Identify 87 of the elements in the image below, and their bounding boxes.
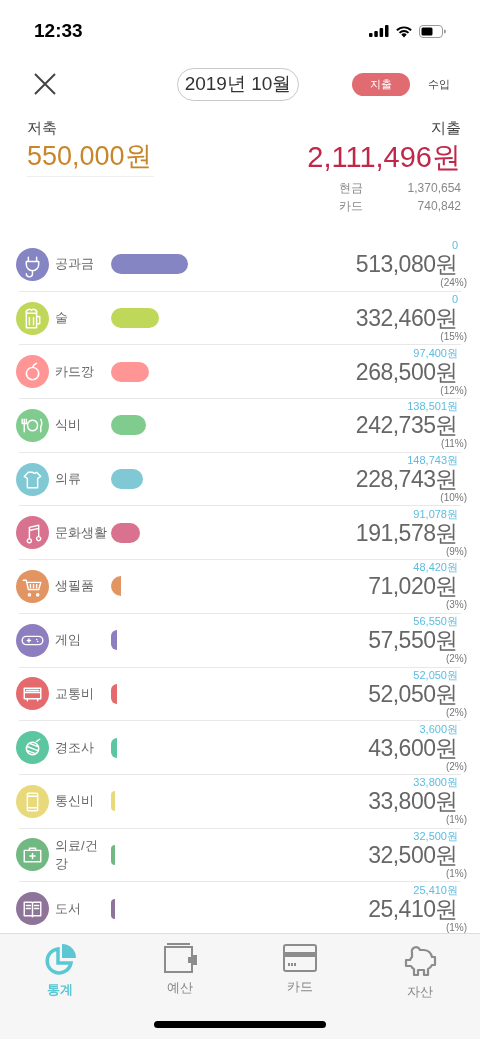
budget-amount: 0 xyxy=(451,293,458,306)
category-bar xyxy=(111,308,159,329)
expense-label: 지출 xyxy=(431,118,461,138)
category-name: 술 xyxy=(55,309,69,328)
category-amount: 513,080원 xyxy=(355,251,458,278)
category-amount: 25,410원 xyxy=(368,895,458,922)
credit-card-icon xyxy=(283,944,317,973)
budget-amount: 52,050원 xyxy=(413,668,458,681)
budget-amount: 32,500원 xyxy=(413,829,458,842)
category-bar xyxy=(111,522,140,543)
category-bar xyxy=(111,844,115,865)
category-share: (10%) xyxy=(440,492,467,505)
category-name: 카드깡 xyxy=(55,362,95,381)
category-name: 식비 xyxy=(55,416,82,435)
category-bar xyxy=(111,898,115,919)
signal-icon xyxy=(369,25,389,37)
category-name: 게임 xyxy=(55,631,82,650)
category-bar xyxy=(111,737,118,758)
category-amount: 191,578원 xyxy=(355,519,458,546)
segment-tab[interactable]: 지출 xyxy=(352,73,410,96)
wifi-icon xyxy=(395,24,413,38)
category-amount: 242,735원 xyxy=(355,412,458,439)
payment-label: 카드 xyxy=(339,198,364,215)
budget-amount: 148,743원 xyxy=(407,454,458,467)
category-amount: 268,500원 xyxy=(355,358,458,385)
budget-amount: 0 xyxy=(451,239,458,252)
category-share: (3%) xyxy=(445,599,467,612)
category-share: (11%) xyxy=(441,438,467,451)
wallet-icon xyxy=(163,943,197,975)
category-name: 교통비 xyxy=(55,684,95,703)
category-amount: 43,600원 xyxy=(368,734,458,761)
category-share: (15%) xyxy=(440,331,467,344)
category-amount: 33,800원 xyxy=(368,788,458,815)
category-amount: 32,500원 xyxy=(368,841,458,868)
category-name: 의류 xyxy=(55,470,82,489)
category-name: 의료/건강 xyxy=(55,836,99,873)
piggy-bank-icon xyxy=(402,943,438,979)
category-share: (1%) xyxy=(445,921,467,933)
category-bar xyxy=(111,469,143,490)
close-icon[interactable] xyxy=(34,73,56,95)
category-bar xyxy=(111,576,121,597)
savings-label: 저축 xyxy=(27,118,57,138)
category-bar xyxy=(111,683,118,704)
tab-bar-item[interactable]: 통계 xyxy=(0,934,120,996)
category-amount: 52,050원 xyxy=(368,680,458,707)
tab-bar-item[interactable]: 예산 xyxy=(120,934,240,996)
budget-amount: 138,501원 xyxy=(407,400,458,413)
category-share: (2%) xyxy=(445,760,467,773)
savings-amount: 550,000원 xyxy=(27,138,154,177)
category-share: (1%) xyxy=(445,867,467,880)
category-name: 통신비 xyxy=(55,792,95,811)
segment-tab[interactable]: 수입 xyxy=(424,73,454,96)
pie-chart-icon xyxy=(43,943,77,977)
battery-icon xyxy=(419,24,446,38)
category-bar xyxy=(111,630,118,651)
category-name: 공과금 xyxy=(55,255,95,274)
payment-label: 현금 xyxy=(339,180,364,197)
category-name: 경조사 xyxy=(55,738,95,757)
budget-amount: 25,410원 xyxy=(413,883,458,896)
tab-bar-item[interactable]: 자산 xyxy=(360,934,480,996)
budget-amount: 3,600원 xyxy=(419,722,458,735)
category-share: (2%) xyxy=(445,706,467,719)
category-share: (12%) xyxy=(440,384,467,397)
payment-amount: 740,842 xyxy=(416,198,461,215)
category-name: 문화생활 xyxy=(55,523,108,542)
category-bar xyxy=(111,361,150,382)
category-share: (1%) xyxy=(445,814,467,827)
status-time: 12:33 xyxy=(34,18,83,43)
budget-amount: 33,800원 xyxy=(413,776,458,789)
budget-amount: 97,400원 xyxy=(413,346,458,359)
category-bar xyxy=(111,791,115,812)
expense-amount: 2,111,496원 xyxy=(307,140,461,175)
budget-amount: 48,420원 xyxy=(413,561,458,574)
category-amount: 228,743원 xyxy=(355,466,458,493)
payment-amount: 1,370,654 xyxy=(406,180,461,197)
category-name: 도서 xyxy=(55,899,82,918)
category-amount: 57,550원 xyxy=(368,627,458,654)
budget-amount: 91,078원 xyxy=(413,507,458,520)
category-share: (24%) xyxy=(440,277,467,290)
category-amount: 332,460원 xyxy=(355,305,458,332)
category-share: (2%) xyxy=(445,653,467,666)
category-name: 생필품 xyxy=(55,577,95,596)
category-bar xyxy=(111,415,147,436)
budget-amount: 56,550원 xyxy=(413,615,458,628)
category-amount: 71,020원 xyxy=(368,573,458,600)
category-share: (9%) xyxy=(445,545,467,558)
tab-bar-item[interactable]: 카드 xyxy=(240,934,360,996)
